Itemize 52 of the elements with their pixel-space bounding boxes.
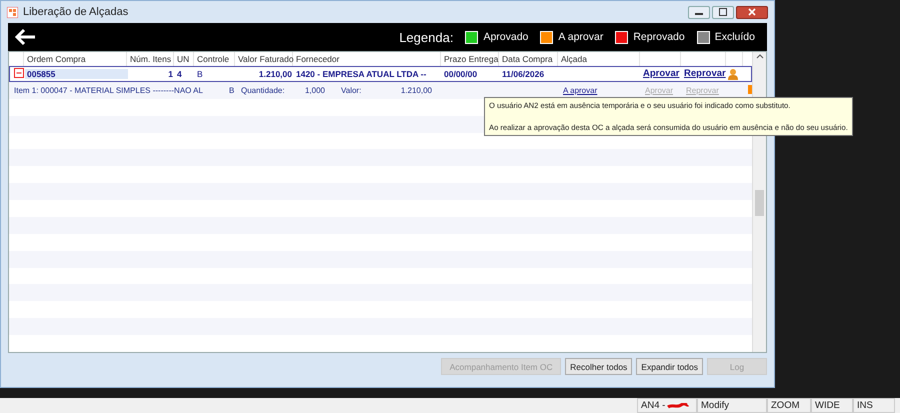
quantity-value: 1,000 [304,86,326,95]
column-header: Núm. Itens [127,52,174,66]
action-button[interactable]: Recolher todos [565,358,632,375]
table-cell-text: B [196,68,204,79]
back-arrow-icon[interactable] [14,28,36,46]
table-cell-text: 1420 - EMPRESA ATUAL LTDA -- [295,68,428,79]
table-cell-text: 4 [176,68,183,79]
table-cell-text: 11/06/2026 [501,68,546,79]
minimize-button[interactable] [688,6,710,18]
column-header: Valor Faturado [235,52,293,66]
scroll-up-icon[interactable] [756,52,764,60]
column-header: Alçada [558,52,640,66]
status-panel: INS [853,398,895,413]
legend-item-label: A aprovar [558,31,604,43]
action-button[interactable]: Expandir todos [636,358,703,375]
value-label: Valor: [340,86,362,95]
legend-item-label: Reprovado [633,31,685,43]
table-cell-text: B [228,86,236,95]
item-description: Item 1: 000047 - MATERIAL SIMPLES --------NAO AL [13,86,204,95]
column-header: Ordem Compra [24,52,127,66]
legend-label: Legenda: [399,30,454,44]
reject-link[interactable]: Reprovar [682,68,727,80]
table-cell: 005855 [25,68,128,79]
table-cell-text: 1.210,00 [258,68,293,79]
column-header: UN [174,52,194,66]
collapse-icon[interactable] [14,68,24,78]
legend-item-label: Excluído [714,31,755,43]
approve-link[interactable]: Aprovar [641,68,682,80]
column-header: Fornecedor [293,52,441,66]
restore-icon [719,8,727,16]
status-panel: WIDE [811,398,853,413]
scrollbar-thumb[interactable] [755,190,764,216]
app-icon [7,6,18,18]
close-icon [748,8,756,16]
column-header: Prazo Entrega [441,52,499,66]
quantity-label: Quantidade: [240,86,286,95]
legend-item-label: Aprovado [483,31,528,43]
status-panel: AN4 - [637,398,697,413]
approval-status: A aprovar [562,86,598,95]
column-header: Data Compra [499,52,558,66]
table-cell-text: 00/00/00 [443,68,478,79]
redaction-mark [667,402,690,408]
status-panel: Modify [697,398,767,413]
restore-button[interactable] [712,6,734,18]
table-cell-text: 1 [167,68,174,79]
value-amount: 1.210,00 [400,86,433,95]
order-row[interactable]: 005855 1 4 B 1.210,00 1420 - EMPRESA ATUAL LTDA -- 00/00/00 11/06/2026 Aprovar Reprovar [9,66,752,82]
user-icon [727,68,739,80]
window-title: Liberação de Alçadas [23,6,130,18]
close-button[interactable] [736,6,768,18]
column-header: Controle [194,52,235,66]
status-panel: ZOOM [767,398,811,413]
